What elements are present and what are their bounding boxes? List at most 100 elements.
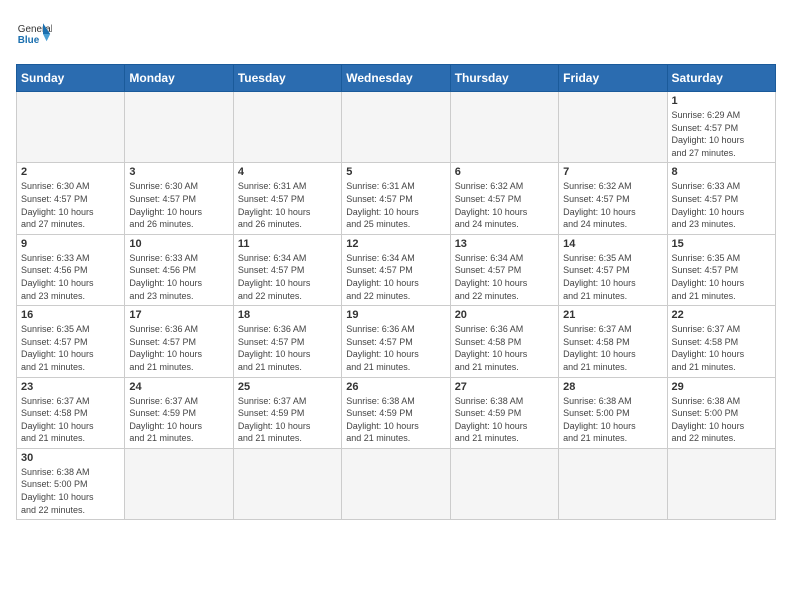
day-number: 20 <box>455 309 554 321</box>
week-row-4: 16 Sunrise: 6:35 AM Sunset: 4:57 PM Dayli… <box>17 306 776 377</box>
calendar-cell <box>17 92 125 163</box>
day-number: 3 <box>129 166 228 178</box>
day-number: 5 <box>346 166 445 178</box>
calendar-cell: 19 Sunrise: 6:36 AM Sunset: 4:57 PM Dayli… <box>342 306 450 377</box>
calendar-cell: 30Sunrise: 6:38 AM Sunset: 5:00 PM Dayli… <box>17 448 125 519</box>
calendar-cell: 26 Sunrise: 6:38 AM Sunset: 4:59 PM Dayli… <box>342 377 450 448</box>
calendar-cell: 6Sunrise: 6:32 AM Sunset: 4:57 PM Daylig… <box>450 163 558 234</box>
calendar-cell: 28 Sunrise: 6:38 AM Sunset: 5:00 PM Dayli… <box>559 377 667 448</box>
calendar-cell: 14 Sunrise: 6:35 AM Sunset: 4:57 PM Dayli… <box>559 234 667 305</box>
calendar-cell: 11 Sunrise: 6:34 AM Sunset: 4:57 PM Dayli… <box>233 234 341 305</box>
day-number: 11 <box>238 238 337 250</box>
calendar-cell <box>667 448 775 519</box>
calendar-cell: 8Sunrise: 6:33 AM Sunset: 4:57 PM Daylig… <box>667 163 775 234</box>
day-number: 26 <box>346 381 445 393</box>
calendar-cell: 23Sunrise: 6:37 AM Sunset: 4:58 PM Dayli… <box>17 377 125 448</box>
day-info: Sunrise: 6:38 AM Sunset: 5:00 PM Dayligh… <box>21 466 120 516</box>
day-info: Sunrise: 6:33 AM Sunset: 4:56 PM Dayligh… <box>21 252 120 302</box>
day-info: Sunrise: 6:32 AM Sunset: 4:57 PM Dayligh… <box>563 180 662 230</box>
day-number: 29 <box>672 381 771 393</box>
day-info: Sunrise: 6:36 AM Sunset: 4:57 PM Dayligh… <box>129 323 228 373</box>
calendar-cell: 15 Sunrise: 6:35 AM Sunset: 4:57 PM Dayli… <box>667 234 775 305</box>
day-info: Sunrise: 6:31 AM Sunset: 4:57 PM Dayligh… <box>346 180 445 230</box>
page-header: General Blue <box>16 16 776 52</box>
header-saturday: Saturday <box>667 65 775 92</box>
day-info: Sunrise: 6:35 AM Sunset: 4:57 PM Dayligh… <box>672 252 771 302</box>
day-number: 14 <box>563 238 662 250</box>
day-number: 4 <box>238 166 337 178</box>
day-number: 2 <box>21 166 120 178</box>
day-number: 19 <box>346 309 445 321</box>
day-info: Sunrise: 6:37 AM Sunset: 4:59 PM Dayligh… <box>129 395 228 445</box>
week-row-6: 30Sunrise: 6:38 AM Sunset: 5:00 PM Dayli… <box>17 448 776 519</box>
day-info: Sunrise: 6:38 AM Sunset: 4:59 PM Dayligh… <box>346 395 445 445</box>
calendar-cell: 21 Sunrise: 6:37 AM Sunset: 4:58 PM Dayli… <box>559 306 667 377</box>
day-number: 24 <box>129 381 228 393</box>
day-info: Sunrise: 6:38 AM Sunset: 5:00 PM Dayligh… <box>672 395 771 445</box>
calendar-cell <box>125 448 233 519</box>
calendar-cell: 9 Sunrise: 6:33 AM Sunset: 4:56 PM Daylig… <box>17 234 125 305</box>
day-number: 9 <box>21 238 120 250</box>
calendar-cell <box>233 92 341 163</box>
calendar-cell: 1 Sunrise: 6:29 AM Sunset: 4:57 PM Daylig… <box>667 92 775 163</box>
day-number: 23 <box>21 381 120 393</box>
day-info: Sunrise: 6:31 AM Sunset: 4:57 PM Dayligh… <box>238 180 337 230</box>
day-info: Sunrise: 6:37 AM Sunset: 4:59 PM Dayligh… <box>238 395 337 445</box>
day-info: Sunrise: 6:34 AM Sunset: 4:57 PM Dayligh… <box>346 252 445 302</box>
calendar-cell: 29 Sunrise: 6:38 AM Sunset: 5:00 PM Dayli… <box>667 377 775 448</box>
header-tuesday: Tuesday <box>233 65 341 92</box>
calendar-cell: 13Sunrise: 6:34 AM Sunset: 4:57 PM Dayli… <box>450 234 558 305</box>
calendar-cell <box>125 92 233 163</box>
header-sunday: Sunday <box>17 65 125 92</box>
day-number: 21 <box>563 309 662 321</box>
day-number: 7 <box>563 166 662 178</box>
day-info: Sunrise: 6:35 AM Sunset: 4:57 PM Dayligh… <box>21 323 120 373</box>
calendar-cell: 7 Sunrise: 6:32 AM Sunset: 4:57 PM Daylig… <box>559 163 667 234</box>
day-number: 6 <box>455 166 554 178</box>
calendar-cell: 3 Sunrise: 6:30 AM Sunset: 4:57 PM Daylig… <box>125 163 233 234</box>
day-info: Sunrise: 6:34 AM Sunset: 4:57 PM Dayligh… <box>238 252 337 302</box>
calendar-cell: 12 Sunrise: 6:34 AM Sunset: 4:57 PM Dayli… <box>342 234 450 305</box>
day-number: 16 <box>21 309 120 321</box>
calendar-cell: 25 Sunrise: 6:37 AM Sunset: 4:59 PM Dayli… <box>233 377 341 448</box>
day-info: Sunrise: 6:38 AM Sunset: 5:00 PM Dayligh… <box>563 395 662 445</box>
calendar-cell <box>342 448 450 519</box>
calendar-cell: 4 Sunrise: 6:31 AM Sunset: 4:57 PM Daylig… <box>233 163 341 234</box>
day-info: Sunrise: 6:30 AM Sunset: 4:57 PM Dayligh… <box>21 180 120 230</box>
calendar-cell: 10 Sunrise: 6:33 AM Sunset: 4:56 PM Dayli… <box>125 234 233 305</box>
day-number: 18 <box>238 309 337 321</box>
day-number: 12 <box>346 238 445 250</box>
day-number: 15 <box>672 238 771 250</box>
day-info: Sunrise: 6:33 AM Sunset: 4:56 PM Dayligh… <box>129 252 228 302</box>
calendar-cell: 18 Sunrise: 6:36 AM Sunset: 4:57 PM Dayli… <box>233 306 341 377</box>
day-info: Sunrise: 6:37 AM Sunset: 4:58 PM Dayligh… <box>672 323 771 373</box>
logo-icon: General Blue <box>16 16 52 52</box>
day-number: 10 <box>129 238 228 250</box>
header-monday: Monday <box>125 65 233 92</box>
calendar-cell: 16 Sunrise: 6:35 AM Sunset: 4:57 PM Dayli… <box>17 306 125 377</box>
day-number: 25 <box>238 381 337 393</box>
calendar-cell: 5 Sunrise: 6:31 AM Sunset: 4:57 PM Daylig… <box>342 163 450 234</box>
day-info: Sunrise: 6:36 AM Sunset: 4:57 PM Dayligh… <box>238 323 337 373</box>
calendar-cell <box>450 448 558 519</box>
day-info: Sunrise: 6:36 AM Sunset: 4:57 PM Dayligh… <box>346 323 445 373</box>
calendar-cell: 24 Sunrise: 6:37 AM Sunset: 4:59 PM Dayli… <box>125 377 233 448</box>
day-number: 28 <box>563 381 662 393</box>
calendar-cell <box>342 92 450 163</box>
day-info: Sunrise: 6:35 AM Sunset: 4:57 PM Dayligh… <box>563 252 662 302</box>
calendar-cell: 22 Sunrise: 6:37 AM Sunset: 4:58 PM Dayli… <box>667 306 775 377</box>
day-info: Sunrise: 6:37 AM Sunset: 4:58 PM Dayligh… <box>563 323 662 373</box>
calendar-cell <box>559 92 667 163</box>
calendar-cell <box>233 448 341 519</box>
week-row-3: 9 Sunrise: 6:33 AM Sunset: 4:56 PM Daylig… <box>17 234 776 305</box>
day-number: 22 <box>672 309 771 321</box>
calendar-cell: 2 Sunrise: 6:30 AM Sunset: 4:57 PM Daylig… <box>17 163 125 234</box>
week-row-1: 1 Sunrise: 6:29 AM Sunset: 4:57 PM Daylig… <box>17 92 776 163</box>
day-info: Sunrise: 6:30 AM Sunset: 4:57 PM Dayligh… <box>129 180 228 230</box>
day-info: Sunrise: 6:29 AM Sunset: 4:57 PM Dayligh… <box>672 109 771 159</box>
day-number: 1 <box>672 95 771 107</box>
week-row-5: 23Sunrise: 6:37 AM Sunset: 4:58 PM Dayli… <box>17 377 776 448</box>
day-info: Sunrise: 6:33 AM Sunset: 4:57 PM Dayligh… <box>672 180 771 230</box>
calendar-table: SundayMondayTuesdayWednesdayThursdayFrid… <box>16 64 776 520</box>
calendar-cell: 20Sunrise: 6:36 AM Sunset: 4:58 PM Dayli… <box>450 306 558 377</box>
